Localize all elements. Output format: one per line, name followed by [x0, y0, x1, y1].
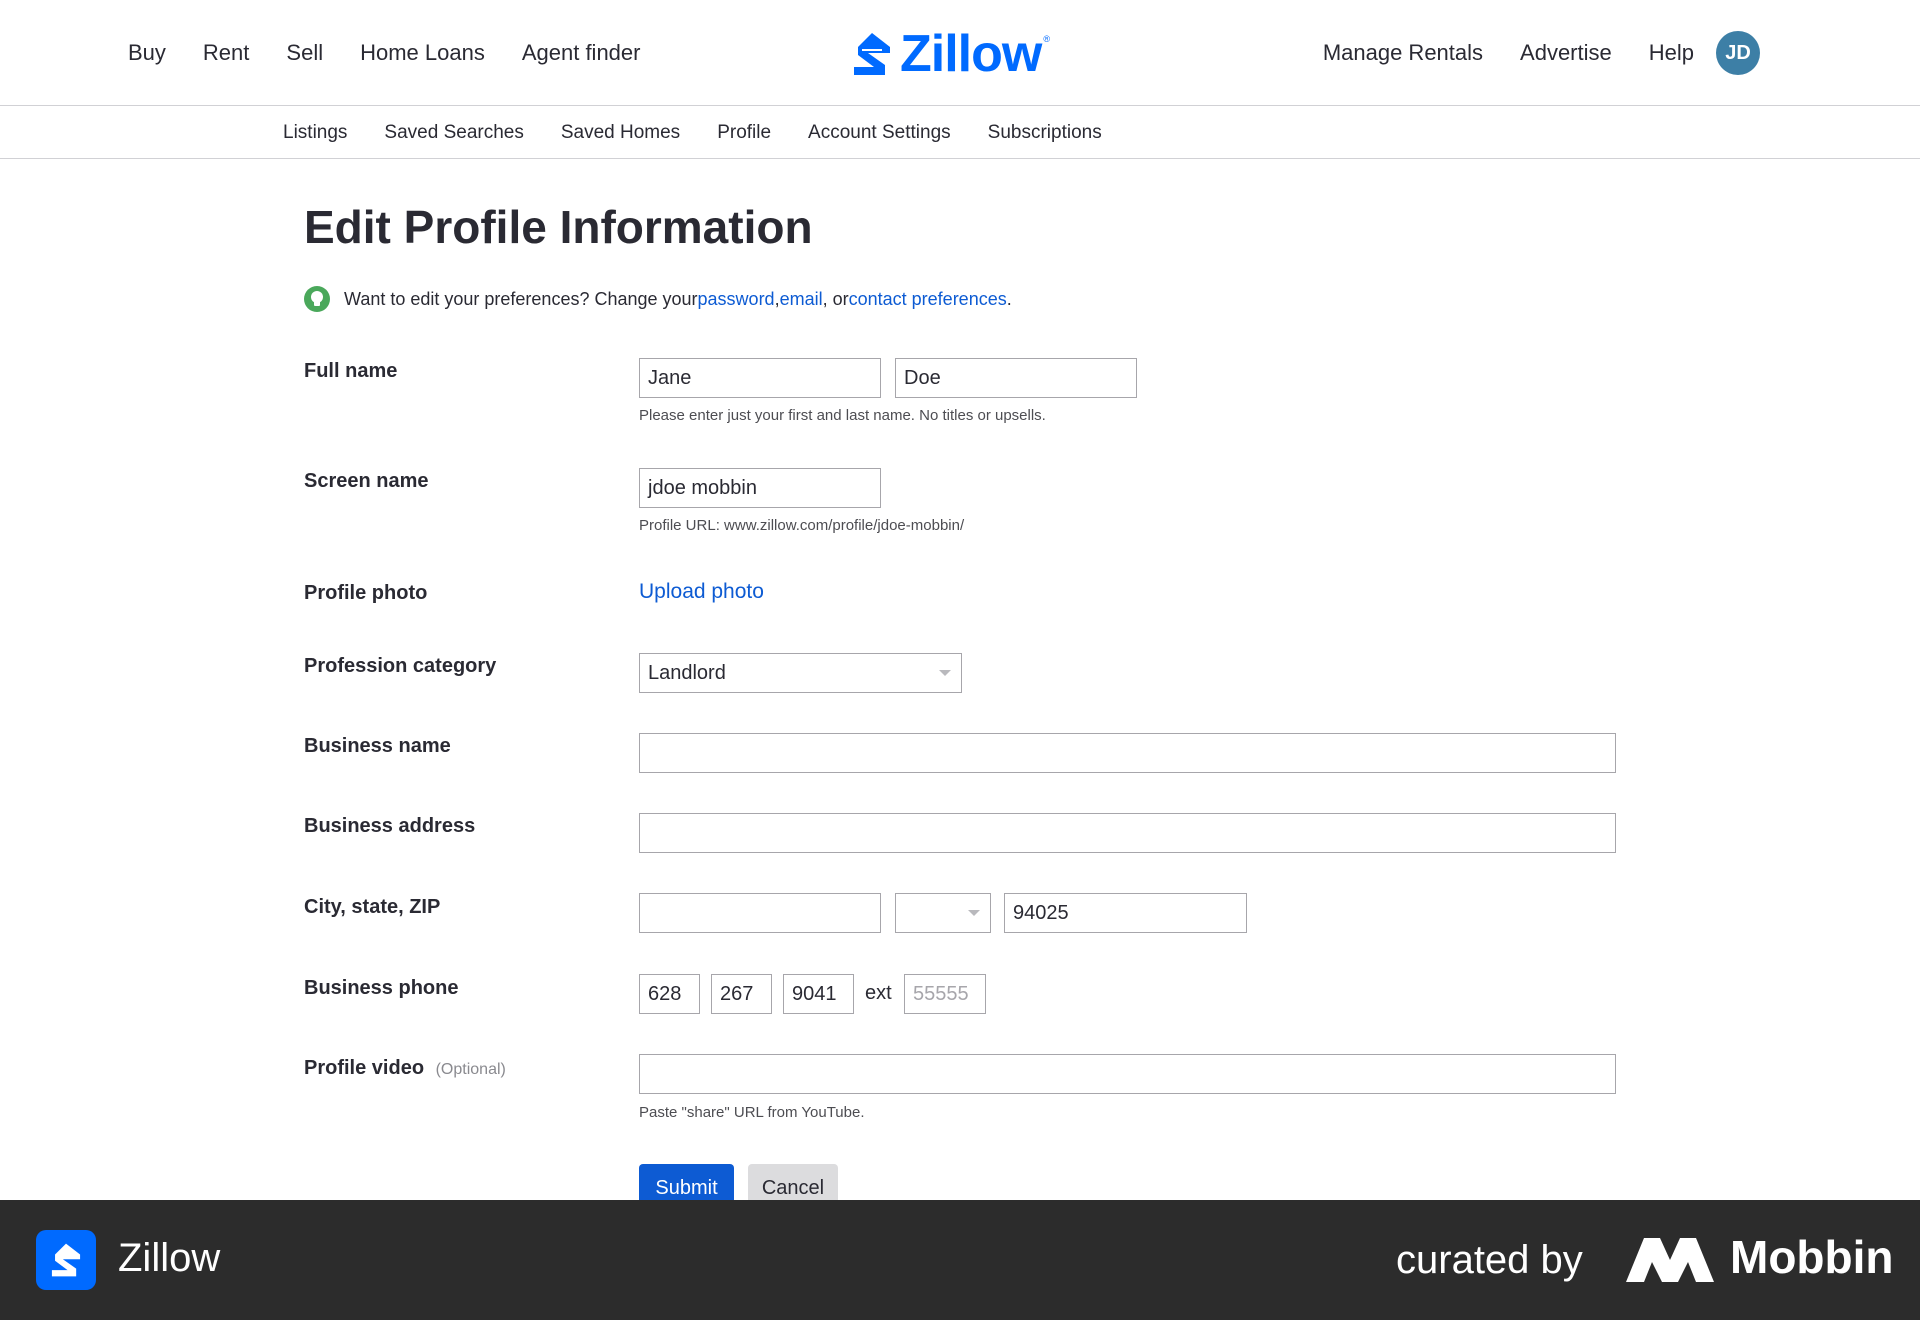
profile-url-help: Profile URL: www.zillow.com/profile/jdoe… — [639, 517, 965, 534]
state-select[interactable] — [895, 893, 991, 933]
full-name-label: Full name — [304, 360, 398, 382]
nav-help[interactable]: Help — [1649, 40, 1694, 66]
zip-field[interactable]: 94025 — [1004, 893, 1247, 933]
hint-separator: , or — [822, 288, 849, 309]
primary-nav-right: Manage Rentals Advertise Help JD — [1286, 0, 1760, 106]
nav-rent[interactable]: Rent — [203, 40, 249, 66]
business-name-label: Business name — [304, 735, 451, 757]
password-link[interactable]: password — [698, 289, 775, 310]
ext-label: ext — [865, 982, 892, 1004]
account-subnav: Listings Saved Searches Saved Homes Prof… — [0, 107, 1920, 159]
business-phone-label: Business phone — [304, 977, 459, 999]
lightbulb-icon — [304, 286, 330, 312]
zillow-logo[interactable]: Zillow ® — [852, 28, 1050, 80]
city-state-zip-label: City, state, ZIP — [304, 896, 441, 918]
last-name-field[interactable]: Doe — [895, 358, 1137, 398]
zillow-app-icon — [36, 1230, 96, 1290]
chevron-down-icon — [939, 670, 951, 676]
phone-line-field[interactable]: 9041 — [783, 974, 854, 1014]
optional-tag: (Optional) — [435, 1061, 506, 1078]
nav-manage-rentals[interactable]: Manage Rentals — [1323, 40, 1483, 66]
nav-sell[interactable]: Sell — [286, 40, 323, 66]
zillow-logo-icon — [854, 33, 890, 75]
screen-name-field[interactable]: jdoe mobbin — [639, 468, 881, 508]
curated-by-text: curated by — [1396, 1238, 1583, 1282]
preferences-hint: Want to edit your preferences? Change yo… — [304, 286, 1012, 312]
hint-suffix: . — [1006, 288, 1012, 309]
business-address-field[interactable] — [639, 813, 1616, 853]
nav-buy[interactable]: Buy — [128, 40, 166, 66]
subnav-saved-searches[interactable]: Saved Searches — [384, 122, 523, 144]
subnav-profile[interactable]: Profile — [717, 122, 771, 144]
city-field[interactable] — [639, 893, 881, 933]
primary-nav-left: Buy Rent Sell Home Loans Agent finder — [128, 0, 677, 106]
page-title: Edit Profile Information — [304, 201, 813, 253]
registered-mark: ® — [1043, 34, 1050, 44]
email-link[interactable]: email — [780, 289, 823, 310]
subnav-listings[interactable]: Listings — [283, 122, 347, 144]
chevron-down-icon — [968, 910, 980, 916]
first-name-field[interactable]: Jane — [639, 358, 881, 398]
full-name-help: Please enter just your first and last na… — [639, 407, 1046, 424]
profile-video-label-text: Profile video — [304, 1057, 425, 1079]
profession-category-label: Profession category — [304, 655, 497, 677]
profile-video-help: Paste "share" URL from YouTube. — [639, 1104, 865, 1121]
nav-advertise[interactable]: Advertise — [1520, 40, 1612, 66]
mobbin-logo-icon — [1626, 1238, 1714, 1282]
profile-video-label: Profile video (Optional) — [304, 1057, 506, 1080]
profession-select-value: Landlord — [648, 661, 726, 684]
zillow-logo-icon — [51, 1243, 81, 1277]
upload-photo-link[interactable]: Upload photo — [639, 580, 764, 604]
phone-ext-field[interactable]: 55555 — [904, 974, 986, 1014]
nav-home-loans[interactable]: Home Loans — [360, 40, 485, 66]
profile-photo-label: Profile photo — [304, 582, 428, 604]
banner-app-name: Zillow — [118, 1236, 221, 1280]
profession-select[interactable]: Landlord — [639, 653, 962, 693]
nav-agent-finder[interactable]: Agent finder — [522, 40, 641, 66]
subnav-subscriptions[interactable]: Subscriptions — [988, 122, 1102, 144]
phone-prefix-field[interactable]: 267 — [711, 974, 772, 1014]
profile-video-field[interactable] — [639, 1054, 1616, 1094]
mobbin-wordmark: Mobbin — [1730, 1231, 1894, 1283]
subnav-saved-homes[interactable]: Saved Homes — [561, 122, 680, 144]
user-avatar[interactable]: JD — [1716, 31, 1760, 75]
subnav-account-settings[interactable]: Account Settings — [808, 122, 951, 144]
zillow-wordmark: Zillow — [900, 25, 1042, 83]
phone-area-code-field[interactable]: 628 — [639, 974, 700, 1014]
business-address-label: Business address — [304, 815, 476, 837]
top-nav: Buy Rent Sell Home Loans Agent finder Zi… — [0, 0, 1920, 106]
mobbin-banner: Zillow curated by Mobbin — [0, 1200, 1920, 1320]
business-name-field[interactable] — [639, 733, 1616, 773]
screen-name-label: Screen name — [304, 470, 429, 492]
hint-text: Want to edit your preferences? Change yo… — [344, 288, 698, 309]
contact-preferences-link[interactable]: contact preferences — [849, 289, 1007, 310]
